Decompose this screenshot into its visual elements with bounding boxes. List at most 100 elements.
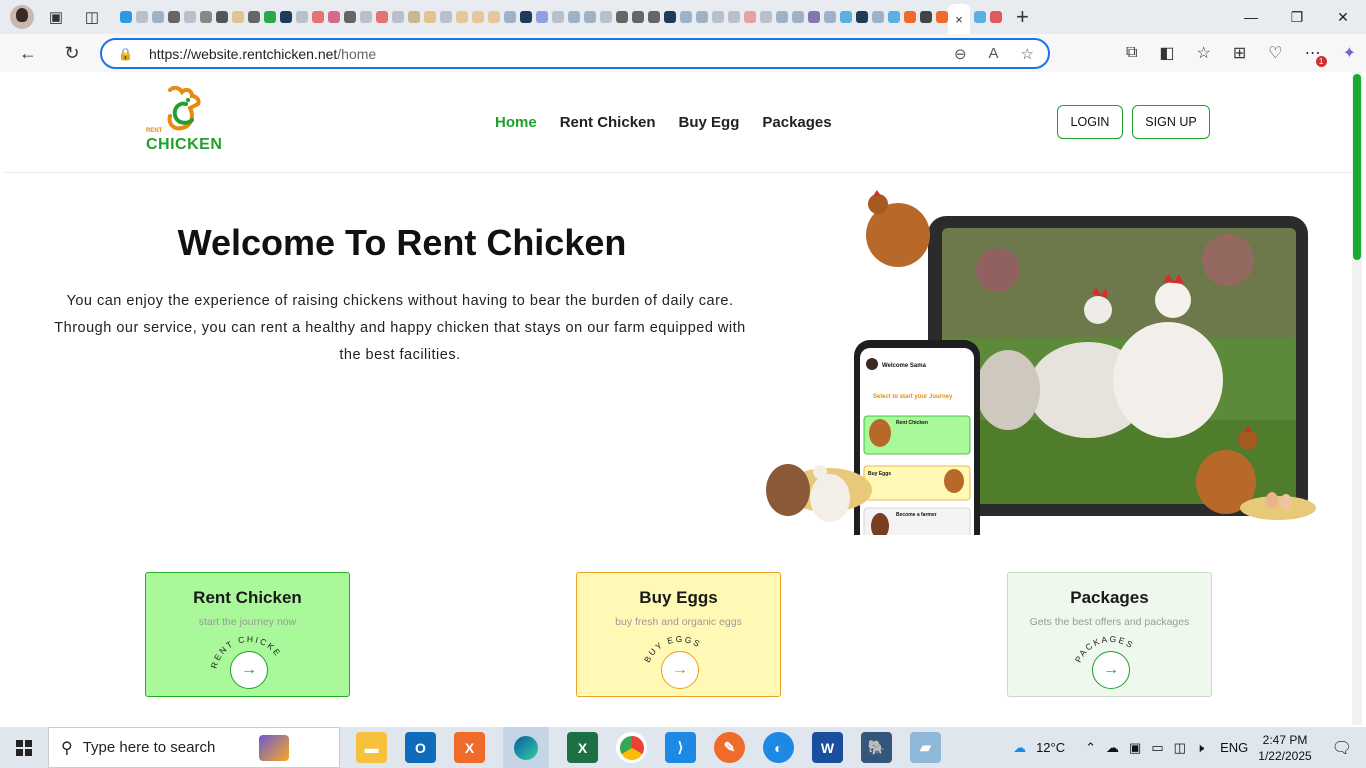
app-icon[interactable]: ▰ <box>910 732 941 763</box>
pdf-tab-icon[interactable] <box>312 11 324 23</box>
tab-icon[interactable] <box>744 11 756 23</box>
postman-icon[interactable]: ✎ <box>714 732 745 763</box>
close-window-button[interactable]: ✕ <box>1320 0 1366 34</box>
tab-icon[interactable] <box>840 11 852 23</box>
tab-icon[interactable] <box>936 11 948 23</box>
tray-app-icon[interactable]: ▣ <box>1129 740 1141 756</box>
browser-essentials-icon[interactable]: ♡ <box>1268 43 1282 63</box>
edge-icon[interactable] <box>503 727 549 768</box>
split-screen-icon[interactable]: ◧ <box>1159 43 1174 63</box>
start-button[interactable] <box>0 727 48 768</box>
tab-icon[interactable] <box>600 11 612 23</box>
vscode-icon[interactable]: ⟩ <box>665 732 696 763</box>
zoom-icon[interactable]: ⊖ <box>954 45 967 63</box>
tab-icon[interactable] <box>888 11 900 23</box>
tab-icon[interactable] <box>344 11 356 23</box>
copilot-icon[interactable]: ✦ <box>1343 43 1356 63</box>
refresh-icon[interactable]: ↻ <box>58 39 86 67</box>
nav-buy-egg[interactable]: Buy Egg <box>679 114 740 131</box>
tab-icon[interactable] <box>488 11 500 23</box>
signup-button[interactable]: SIGN UP <box>1132 105 1210 139</box>
nav-packages[interactable]: Packages <box>762 114 831 131</box>
workspaces-icon[interactable]: ▣ <box>42 3 70 31</box>
tab-icon[interactable] <box>184 11 196 23</box>
weather-icon[interactable]: ☁ <box>1013 740 1026 756</box>
tab-icon[interactable] <box>584 11 596 23</box>
tab-icon[interactable] <box>136 11 148 23</box>
back-arrow-icon[interactable]: ← <box>14 39 42 67</box>
notifications-icon[interactable]: 🗨 <box>1332 738 1352 758</box>
login-button[interactable]: LOGIN <box>1057 105 1123 139</box>
tab-icon[interactable] <box>568 11 580 23</box>
tab-icon[interactable] <box>760 11 772 23</box>
weather-temp[interactable]: 12°C <box>1036 740 1065 755</box>
packages-card[interactable]: Packages Gets the best offers and packag… <box>1007 572 1212 697</box>
restore-button[interactable]: ❐ <box>1274 0 1320 34</box>
tab-icon[interactable] <box>440 11 452 23</box>
profile-avatar[interactable] <box>10 5 34 29</box>
arrow-right-icon[interactable]: → <box>230 651 268 689</box>
extensions-icon[interactable]: ⧉ <box>1126 44 1137 62</box>
tab-icon[interactable] <box>152 11 164 23</box>
github-tab-icon[interactable] <box>248 11 260 23</box>
file-explorer-icon[interactable]: ▬ <box>356 732 387 763</box>
tab-icon[interactable] <box>232 11 244 23</box>
clock[interactable]: 2:47 PM 1/22/2025 <box>1258 732 1311 764</box>
tab-icon[interactable] <box>920 11 932 23</box>
tab-icon[interactable] <box>728 11 740 23</box>
tab-icon[interactable] <box>408 11 420 23</box>
arrow-right-icon[interactable]: → <box>661 651 699 689</box>
read-aloud-icon[interactable]: A <box>989 45 999 63</box>
url-text[interactable]: https://website.rentchicken.net/home <box>149 46 376 62</box>
settings-more-icon[interactable]: ⋯ <box>1305 43 1327 67</box>
react-tab-icon[interactable] <box>664 11 676 23</box>
tab-icon[interactable] <box>990 11 1002 23</box>
code-tab-icon[interactable] <box>216 11 228 23</box>
github-tab-icon[interactable] <box>632 11 644 23</box>
battery-icon[interactable]: ▭ <box>1151 740 1163 756</box>
github-tab-icon[interactable] <box>168 11 180 23</box>
taskbar-search[interactable]: ⚲ Type here to search <box>48 727 340 768</box>
tab-icon[interactable] <box>328 11 340 23</box>
postgres-icon[interactable]: 🐘 <box>861 732 892 763</box>
tab-icon[interactable] <box>696 11 708 23</box>
tab-icon[interactable] <box>456 11 468 23</box>
tab-icon[interactable] <box>552 11 564 23</box>
language-indicator[interactable]: ENG <box>1220 740 1248 755</box>
favorite-star-icon[interactable]: ☆ <box>1021 45 1034 63</box>
outlook-icon[interactable]: O <box>405 732 436 763</box>
tab-icon[interactable] <box>872 11 884 23</box>
rent-chicken-card[interactable]: Rent Chicken start the journey now RENT … <box>145 572 350 697</box>
address-bar[interactable]: 🔒 https://website.rentchicken.net/home ⊖… <box>100 38 1050 69</box>
page-scrollbar[interactable] <box>1352 72 1362 725</box>
tab-icon[interactable] <box>776 11 788 23</box>
tab-icon[interactable] <box>712 11 724 23</box>
lock-icon[interactable]: 🔒 <box>118 47 133 61</box>
tab-icon[interactable] <box>504 11 516 23</box>
search-highlight-icon[interactable] <box>259 734 290 761</box>
nav-rent-chicken[interactable]: Rent Chicken <box>560 114 656 131</box>
pdf-tab-icon[interactable] <box>376 11 388 23</box>
chevron-up-icon[interactable]: ⌃ <box>1085 740 1096 756</box>
tab-icon[interactable] <box>824 11 836 23</box>
rent-chicken-logo[interactable]: RENT CHICKEN <box>146 85 222 153</box>
onedrive-icon[interactable]: ☁ <box>1106 740 1119 756</box>
tab-icon[interactable] <box>200 11 212 23</box>
scrollbar-thumb[interactable] <box>1353 74 1361 260</box>
chrome-icon[interactable] <box>616 732 647 763</box>
tab-icon[interactable] <box>904 11 916 23</box>
tab-icon[interactable] <box>472 11 484 23</box>
tab-icon[interactable] <box>974 11 986 23</box>
react-tab-icon[interactable] <box>280 11 292 23</box>
tab-icon[interactable] <box>792 11 804 23</box>
tab-icon[interactable] <box>536 11 548 23</box>
favorites-icon[interactable]: ☆ <box>1197 43 1211 63</box>
tab-icon[interactable] <box>264 11 276 23</box>
xampp-icon[interactable]: X <box>454 732 485 763</box>
excel-icon[interactable]: X <box>567 732 598 763</box>
collections-icon[interactable]: ⊞ <box>1233 43 1246 63</box>
react-tab-icon[interactable] <box>520 11 532 23</box>
volume-icon[interactable]: 🕨 <box>1196 740 1204 756</box>
arrow-right-icon[interactable]: → <box>1092 651 1130 689</box>
nav-home[interactable]: Home <box>495 114 537 131</box>
